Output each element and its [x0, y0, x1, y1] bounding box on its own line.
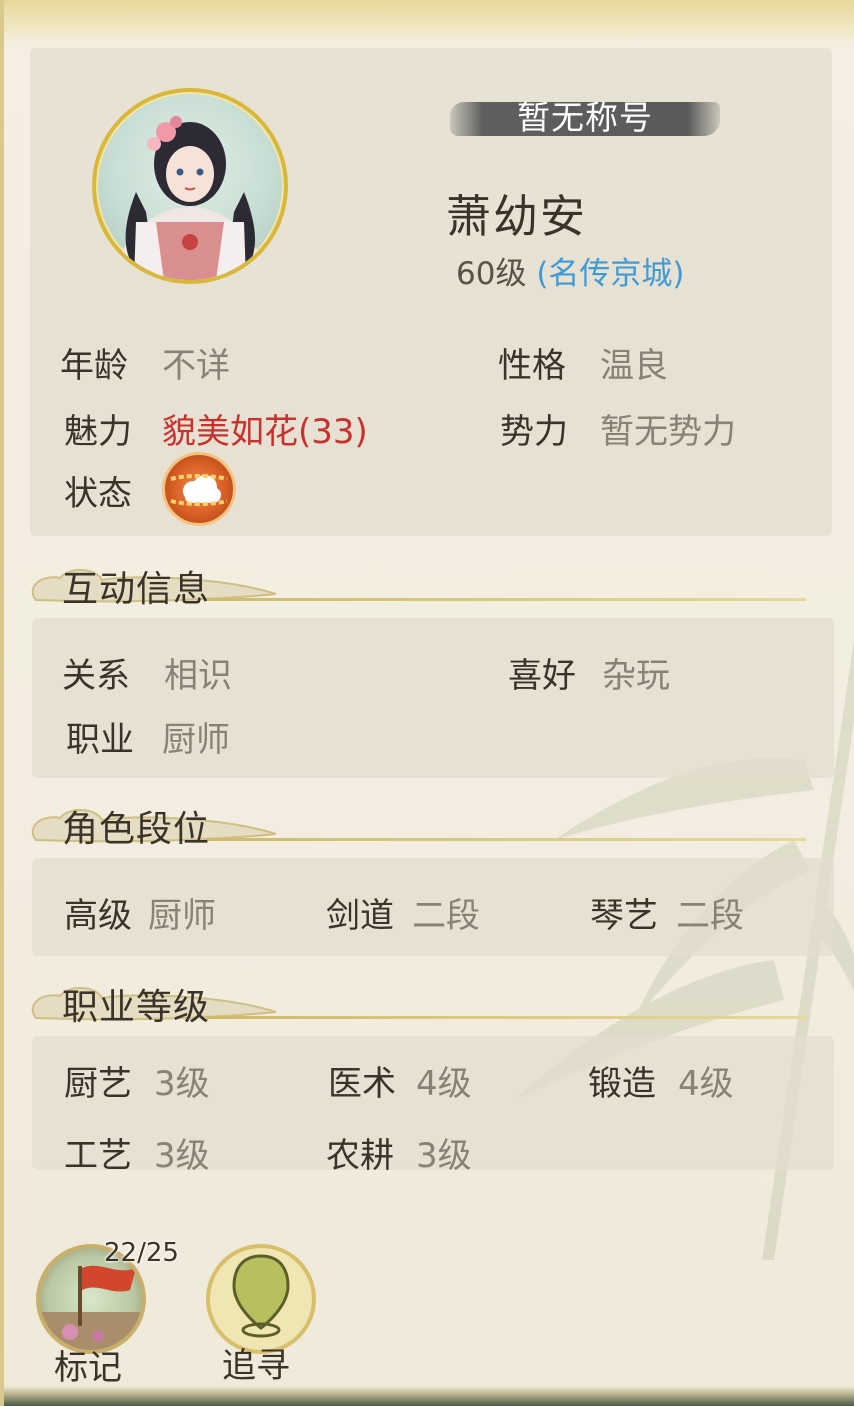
- job-level-label: 农耕: [326, 1136, 394, 1176]
- mark-count: 22/25: [104, 1238, 179, 1268]
- section-header-rank: 角色段位: [26, 792, 826, 852]
- character-name: 萧幼安: [446, 190, 588, 243]
- rank-value: 二段: [412, 896, 480, 936]
- top-border: [4, 0, 854, 44]
- rank-value: 厨师: [148, 896, 216, 936]
- job-level-label: 厨艺: [64, 1064, 132, 1104]
- section-divider: [206, 838, 806, 841]
- job-value: 厨师: [162, 720, 230, 760]
- relation-value: 相识: [164, 656, 232, 696]
- status-label: 状态: [64, 474, 132, 514]
- job-level-label: 锻造: [588, 1064, 656, 1104]
- location-pin-icon: [232, 1254, 290, 1338]
- faction-label: 势力: [500, 412, 568, 452]
- section-header-job-level: 职业等级: [26, 970, 826, 1030]
- job-level-value: 3级: [154, 1064, 210, 1104]
- job-level-value: 3级: [416, 1136, 472, 1176]
- age-label: 年龄: [60, 346, 128, 386]
- section-title: 角色段位: [62, 809, 211, 850]
- charm-value: 貌美如花(33): [162, 412, 368, 452]
- job-label: 职业: [66, 720, 134, 760]
- hobby-label: 喜好: [508, 656, 576, 696]
- rank-label: 琴艺: [590, 896, 658, 936]
- job-level-value: 4级: [416, 1064, 472, 1104]
- job-level-value: 4级: [678, 1064, 734, 1104]
- chained-cloud-icon[interactable]: [162, 452, 236, 526]
- rank-value: 二段: [676, 896, 744, 936]
- personality-label: 性格: [498, 346, 566, 386]
- faction-value: 暂无势力: [600, 412, 736, 452]
- charm-label: 魅力: [64, 412, 132, 452]
- rank-label: 剑道: [326, 896, 394, 936]
- job-level-value: 3级: [154, 1136, 210, 1176]
- character-avatar[interactable]: [92, 88, 288, 284]
- title-badge-text: 暂无称号: [517, 98, 653, 137]
- title-badge: 暂无称号: [450, 98, 720, 140]
- job-level-label: 工艺: [64, 1136, 132, 1176]
- track-label: 追寻: [222, 1346, 290, 1386]
- section-header-interaction: 互动信息: [26, 552, 826, 612]
- interaction-card: [32, 618, 834, 778]
- age-value: 不详: [162, 346, 230, 386]
- section-title: 互动信息: [62, 569, 211, 610]
- relation-label: 关系: [62, 656, 130, 696]
- bottom-border: [4, 1386, 854, 1406]
- section-divider: [206, 1016, 806, 1019]
- character-info-panel: 暂无称号 萧幼安 60级 (名传京城) 年龄 不详 性格 温良 魅力 貌美如花(…: [0, 0, 854, 1406]
- fame-text: (名传京城): [536, 256, 685, 292]
- level-text: 60级: [456, 256, 527, 292]
- hobby-value: 杂玩: [602, 656, 670, 696]
- rank-label: 高级: [64, 896, 132, 936]
- job-level-label: 医术: [328, 1064, 396, 1104]
- section-title: 职业等级: [62, 987, 211, 1028]
- personality-value: 温良: [600, 346, 668, 386]
- mark-label: 标记: [54, 1348, 122, 1388]
- level-row: 60级 (名传京城): [456, 248, 685, 293]
- section-divider: [206, 598, 806, 601]
